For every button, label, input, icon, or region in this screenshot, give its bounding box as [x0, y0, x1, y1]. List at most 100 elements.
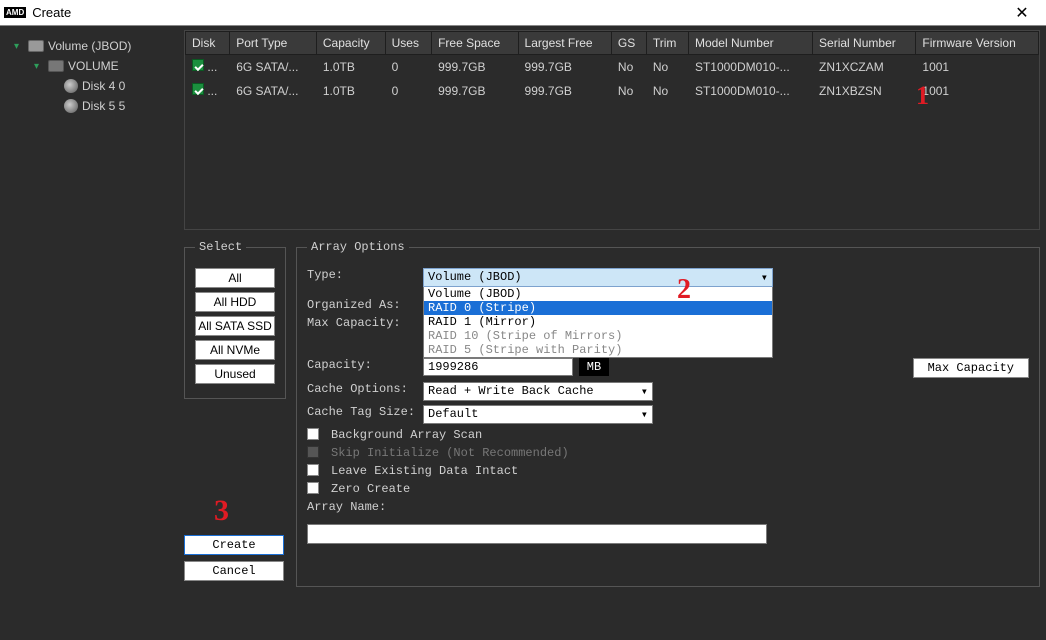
tree-volume[interactable]: ▾ VOLUME [4, 56, 176, 76]
max-capacity-button[interactable]: Max Capacity [913, 358, 1029, 378]
annotation-3: 3 [214, 494, 229, 528]
cell-model: ST1000DM010-... [688, 79, 812, 103]
type-select[interactable]: Volume (JBOD) ▾ Volume (JBOD) RAID 0 (St… [423, 268, 773, 358]
cell-firmware: 1001 [916, 55, 1039, 79]
cell-model: ST1000DM010-... [688, 55, 812, 79]
capacity-input[interactable]: 1999286 [423, 358, 573, 376]
cache-tag-value: Default [428, 407, 478, 422]
select-all-hdd-button[interactable]: All HDD [195, 292, 275, 312]
content-pane: Disk Port Type Capacity Uses Free Space … [180, 26, 1046, 640]
bg-scan-checkbox[interactable] [307, 428, 319, 440]
col-uses[interactable]: Uses [385, 32, 431, 55]
cell-serial: ZN1XCZAM [813, 55, 916, 79]
cache-tag-select[interactable]: Default ▾ [423, 405, 653, 424]
col-largest-free[interactable]: Largest Free [518, 32, 611, 55]
cache-options-select[interactable]: Read + Write Back Cache ▾ [423, 382, 653, 401]
disk-table: Disk Port Type Capacity Uses Free Space … [185, 31, 1039, 103]
col-gs[interactable]: GS [611, 32, 646, 55]
tree-disk5[interactable]: Disk 5 5 [4, 96, 176, 116]
cell-largest-free: 999.7GB [518, 79, 611, 103]
cell-disk: ... [207, 60, 217, 74]
cancel-button[interactable]: Cancel [184, 561, 284, 581]
cell-free-space: 999.7GB [432, 55, 518, 79]
capacity-label: Capacity: [307, 358, 417, 372]
type-option-raid5[interactable]: RAID 5 (Stripe with Parity) [424, 343, 772, 357]
titlebar: AMD Create ✕ [0, 0, 1046, 26]
cell-free-space: 999.7GB [432, 79, 518, 103]
chevron-down-icon: ▾ [641, 407, 648, 422]
array-options: Array Options Type: Volume (JBOD) ▾ Volu… [296, 240, 1040, 587]
cache-tag-label: Cache Tag Size: [307, 405, 417, 419]
type-option-raid10[interactable]: RAID 10 (Stripe of Mirrors) [424, 329, 772, 343]
cell-disk: ... [207, 84, 217, 98]
select-all-nvme-button[interactable]: All NVMe [195, 340, 275, 360]
chevron-down-icon: ▾ [641, 384, 648, 399]
organized-as-label: Organized As: [307, 298, 417, 312]
table-row[interactable]: ... 6G SATA/... 1.0TB 0 999.7GB 999.7GB … [186, 79, 1039, 103]
chevron-down-icon: ▾ [34, 61, 44, 72]
col-trim[interactable]: Trim [646, 32, 688, 55]
cell-uses: 0 [385, 55, 431, 79]
table-row[interactable]: ... 6G SATA/... 1.0TB 0 999.7GB 999.7GB … [186, 55, 1039, 79]
cell-trim: No [646, 55, 688, 79]
cell-serial: ZN1XBZSN [813, 79, 916, 103]
cell-capacity: 1.0TB [316, 55, 385, 79]
col-firmware[interactable]: Firmware Version [916, 32, 1039, 55]
select-all-sata-ssd-button[interactable]: All SATA SSD [195, 316, 275, 336]
array-options-legend: Array Options [307, 240, 409, 254]
max-capacity-label: Max Capacity: [307, 316, 417, 330]
app-logo: AMD [4, 7, 26, 18]
cell-largest-free: 999.7GB [518, 55, 611, 79]
cell-uses: 0 [385, 79, 431, 103]
main-area: ▾ Volume (JBOD) ▾ VOLUME Disk 4 0 Disk 5… [0, 26, 1046, 640]
cell-capacity: 1.0TB [316, 79, 385, 103]
zero-create-label: Zero Create [331, 482, 410, 496]
zero-create-checkbox[interactable] [307, 482, 319, 494]
disk-icon [64, 79, 78, 93]
cell-trim: No [646, 79, 688, 103]
cell-gs: No [611, 79, 646, 103]
disk-icon [64, 99, 78, 113]
tree-disk5-label: Disk 5 5 [82, 99, 125, 113]
skip-init-checkbox [307, 446, 319, 458]
checkbox-checked-icon[interactable] [192, 83, 204, 95]
select-unused-button[interactable]: Unused [195, 364, 275, 384]
col-free-space[interactable]: Free Space [432, 32, 518, 55]
chevron-down-icon: ▾ [761, 270, 768, 285]
col-port-type[interactable]: Port Type [230, 32, 317, 55]
col-capacity[interactable]: Capacity [316, 32, 385, 55]
type-option-raid1[interactable]: RAID 1 (Mirror) [424, 315, 772, 329]
tree-disk4[interactable]: Disk 4 0 [4, 76, 176, 96]
tree-root[interactable]: ▾ Volume (JBOD) [4, 36, 176, 56]
type-option-raid0[interactable]: RAID 0 (Stripe) [424, 301, 772, 315]
cell-port-type: 6G SATA/... [230, 79, 317, 103]
array-name-label: Array Name: [307, 500, 386, 514]
close-icon[interactable]: ✕ [1002, 3, 1042, 23]
volume-icon [48, 60, 64, 72]
checkbox-checked-icon[interactable] [192, 59, 204, 71]
col-disk[interactable]: Disk [186, 32, 230, 55]
select-all-button[interactable]: All [195, 268, 275, 288]
tree-volume-label: VOLUME [68, 59, 119, 73]
disk-table-wrap: Disk Port Type Capacity Uses Free Space … [184, 30, 1040, 230]
drive-icon [28, 40, 44, 52]
lower-panel: Select All All HDD All SATA SSD All NVMe… [184, 240, 1040, 587]
type-option-jbod[interactable]: Volume (JBOD) [424, 287, 772, 301]
cache-options-value: Read + Write Back Cache [428, 384, 594, 399]
cell-firmware: 1001 [916, 79, 1039, 103]
type-selected-value: Volume (JBOD) [428, 270, 522, 285]
col-serial[interactable]: Serial Number [813, 32, 916, 55]
window-title: Create [32, 5, 1002, 20]
tree-disk4-label: Disk 4 0 [82, 79, 125, 93]
tree-root-label: Volume (JBOD) [48, 39, 131, 53]
create-button[interactable]: Create [184, 535, 284, 555]
leave-data-label: Leave Existing Data Intact [331, 464, 518, 478]
skip-init-label: Skip Initialize (Not Recommended) [331, 446, 569, 460]
type-label: Type: [307, 268, 417, 282]
leave-data-checkbox[interactable] [307, 464, 319, 476]
cell-port-type: 6G SATA/... [230, 55, 317, 79]
cache-options-label: Cache Options: [307, 382, 417, 396]
col-model[interactable]: Model Number [688, 32, 812, 55]
capacity-unit: MB [579, 358, 609, 376]
array-name-input[interactable] [307, 524, 767, 544]
